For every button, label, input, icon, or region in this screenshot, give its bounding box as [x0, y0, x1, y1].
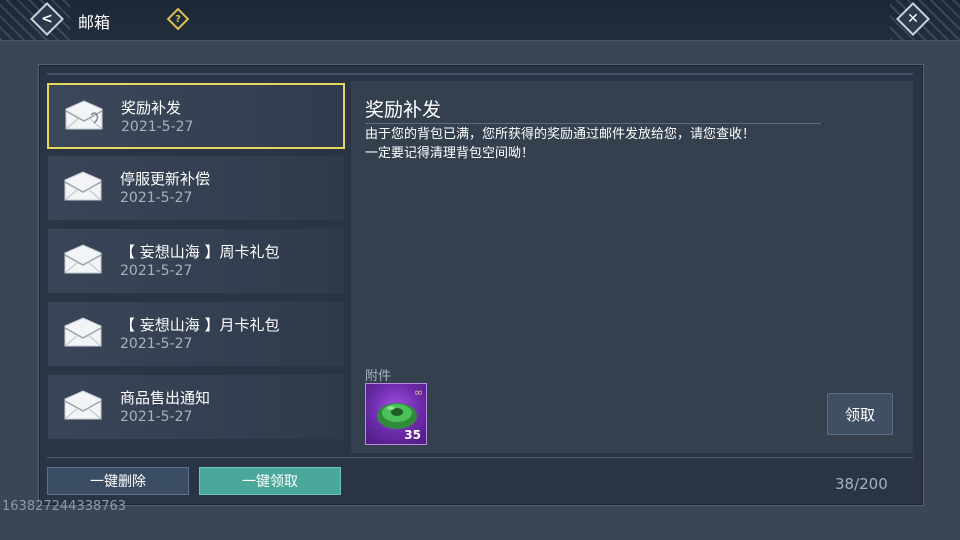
mail-item-date: 2021-5-27: [120, 409, 193, 425]
mail-body-line: 一定要记得清理背包空间呦！: [365, 146, 535, 161]
close-button[interactable]: ✕: [896, 2, 930, 36]
attachment-item[interactable]: ∞ 35: [365, 383, 427, 445]
delete-all-button[interactable]: 一键删除: [47, 467, 189, 495]
mail-detail-pane: 奖励补发 由于您的背包已满，您所获得的奖励通过邮件发放给您，请您查收！ 一定要记…: [351, 81, 913, 453]
help-question-icon[interactable]: ?: [166, 7, 190, 31]
mail-detail-body: 由于您的背包已满，您所获得的奖励通过邮件发放给您，请您查收！ 一定要记得清理背包…: [365, 125, 755, 163]
watermark-id: 163827244338763: [2, 499, 127, 514]
mail-item[interactable]: 商品售出通知 2021-5-27: [47, 374, 345, 440]
panel-top-divider: [47, 73, 913, 75]
mail-item-title: 【 妄想山海 】周卡礼包: [120, 243, 280, 261]
mail-item-date: 2021-5-27: [121, 119, 194, 135]
back-chevron-icon: <: [41, 11, 53, 27]
mail-item-title: 停服更新补偿: [120, 170, 211, 188]
envelope-icon: [64, 171, 102, 201]
mail-item-date: 2021-5-27: [120, 190, 193, 206]
mail-body-line: 由于您的背包已满，您所获得的奖励通过邮件发放给您，请您查收！: [365, 127, 756, 142]
mail-item[interactable]: 【 妄想山海 】月卡礼包 2021-5-27: [47, 301, 345, 367]
claim-button[interactable]: 领取: [827, 393, 893, 435]
mail-item-date: 2021-5-27: [120, 263, 193, 279]
help-icon-glyph: ?: [175, 13, 181, 25]
page-title: 邮箱: [78, 13, 111, 32]
mail-detail-title: 奖励补发: [365, 99, 442, 121]
footer-divider: [47, 457, 913, 458]
mail-item[interactable]: 停服更新补偿 2021-5-27: [47, 155, 345, 221]
mail-list[interactable]: 奖励补发 2021-5-27 停服更新补偿 2021-5-27 【 妄想山海 】…: [47, 81, 345, 453]
mailbox-panel: 奖励补发 2021-5-27 停服更新补偿 2021-5-27 【 妄想山海 】…: [38, 64, 924, 506]
mail-item-title: 【 妄想山海 】月卡礼包: [120, 316, 280, 334]
envelope-icon: [64, 317, 102, 347]
envelope-with-attachment-icon: [65, 100, 103, 130]
attachment-label: 附件: [365, 369, 392, 384]
close-icon: ✕: [907, 11, 919, 27]
mail-item-selected[interactable]: 奖励补发 2021-5-27: [47, 83, 345, 149]
mail-item-title: 奖励补发: [121, 99, 182, 117]
envelope-icon: [64, 244, 102, 274]
mail-item[interactable]: 【 妄想山海 】周卡礼包 2021-5-27: [47, 228, 345, 294]
mail-detail-divider: [365, 123, 821, 124]
back-button[interactable]: <: [30, 2, 64, 36]
attachment-quantity: 35: [404, 428, 421, 442]
chain-icon: ∞: [413, 386, 423, 399]
claim-all-button[interactable]: 一键领取: [199, 467, 341, 495]
top-bar: < 邮箱 ? ✕: [0, 0, 960, 41]
mail-item-date: 2021-5-27: [120, 336, 193, 352]
envelope-icon: [64, 390, 102, 420]
mail-count: 38/200: [835, 475, 888, 493]
green-jade-item-icon: [377, 403, 417, 429]
mail-item-title: 商品售出通知: [120, 389, 211, 407]
